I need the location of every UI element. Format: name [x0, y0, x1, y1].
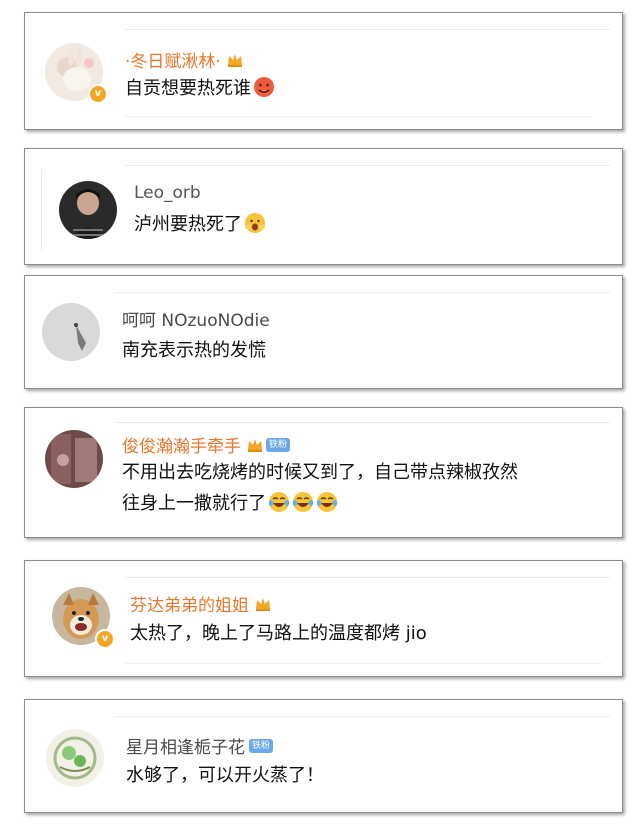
fan-badge: 铁粉	[266, 437, 291, 452]
avatar[interactable]	[46, 729, 104, 787]
divider	[41, 169, 42, 250]
comment-card: 星月相逢栀子花 铁粉 水够了，可以开火蒸了！	[24, 699, 623, 813]
comment-card: 呵呵 NOzuoNOdie 南充表示热的发慌	[24, 275, 623, 389]
comment-card: v 芬达弟弟的姐姐 太热了，晚上了马路上的温度都烤 jio	[24, 560, 623, 677]
avatar[interactable]	[42, 303, 100, 361]
username-text: 星月相逢栀子花	[126, 738, 245, 758]
username[interactable]: 芬达弟弟的姐姐	[130, 591, 272, 616]
username-text: 芬达弟弟的姐姐	[130, 596, 249, 616]
divider	[115, 422, 610, 423]
verified-badge-icon: v	[88, 84, 108, 104]
username[interactable]: ·冬日赋湫林·	[125, 47, 244, 72]
comment-text: 水够了，可以开火蒸了！	[126, 761, 324, 791]
comment-card: Leo_orb 泸州要热死了	[24, 148, 623, 265]
username-text: 俊俊瀚瀚手牵手	[122, 437, 241, 457]
comment-card: v ·冬日赋湫林· 自贡想要热死谁	[24, 12, 623, 130]
comment-card: 俊俊瀚瀚手牵手 铁粉 不用出去吃烧烤的时候又到了，自己带点辣椒孜然 往身上一撒就…	[24, 407, 623, 538]
comment-text-body-2: 往身上一撒就行了	[122, 493, 266, 514]
hot-face-emoji	[253, 76, 275, 98]
fan-badge: 铁粉	[249, 738, 274, 753]
divider	[125, 165, 610, 166]
divider	[125, 577, 610, 578]
comment-text-body: 自贡想要热死谁	[125, 78, 251, 99]
divider	[125, 29, 610, 30]
comment-text-body: 泸州要热死了	[134, 214, 242, 235]
verified-badge-icon: v	[95, 629, 115, 649]
username[interactable]: 呵呵 NOzuoNOdie	[122, 306, 270, 331]
username[interactable]: 俊俊瀚瀚手牵手 铁粉	[122, 432, 291, 457]
comment-text: 泸州要热死了	[134, 210, 266, 240]
tears-of-joy-emoji	[316, 491, 338, 513]
comment-text-body: 太热了，晚上了马路上的温度都烤 jio	[130, 623, 427, 644]
divider	[115, 292, 610, 293]
username-text: 呵呵 NOzuoNOdie	[122, 311, 270, 331]
comment-text: 南充表示热的发慌	[122, 336, 266, 366]
avatar[interactable]	[45, 430, 103, 488]
comment-text: 太热了，晚上了马路上的温度都烤 jio	[130, 619, 427, 649]
username[interactable]: 星月相逢栀子花 铁粉	[126, 733, 274, 758]
divider	[125, 663, 602, 664]
comment-text-body: 水够了，可以开火蒸了！	[126, 765, 324, 786]
crown-icon	[246, 437, 264, 453]
comment-text-body: 南充表示热的发慌	[122, 340, 266, 361]
crown-icon	[226, 52, 244, 68]
comment-text: 自贡想要热死谁	[125, 74, 275, 104]
username-text: Leo_orb	[134, 183, 201, 203]
tears-of-joy-emoji	[292, 491, 314, 513]
divider	[115, 716, 610, 717]
tears-of-joy-emoji	[268, 491, 290, 513]
crown-icon	[254, 596, 272, 612]
comment-text-line2: 往身上一撒就行了	[122, 489, 338, 519]
divider	[125, 116, 592, 117]
avatar[interactable]	[59, 181, 117, 239]
username-text: ·冬日赋湫林·	[125, 52, 221, 72]
username[interactable]: Leo_orb	[134, 183, 201, 203]
shocked-face-emoji	[244, 212, 266, 234]
comment-text-body: 不用出去吃烧烤的时候又到了，自己带点辣椒孜然	[122, 462, 518, 483]
comment-text: 不用出去吃烧烤的时候又到了，自己带点辣椒孜然	[122, 458, 518, 488]
